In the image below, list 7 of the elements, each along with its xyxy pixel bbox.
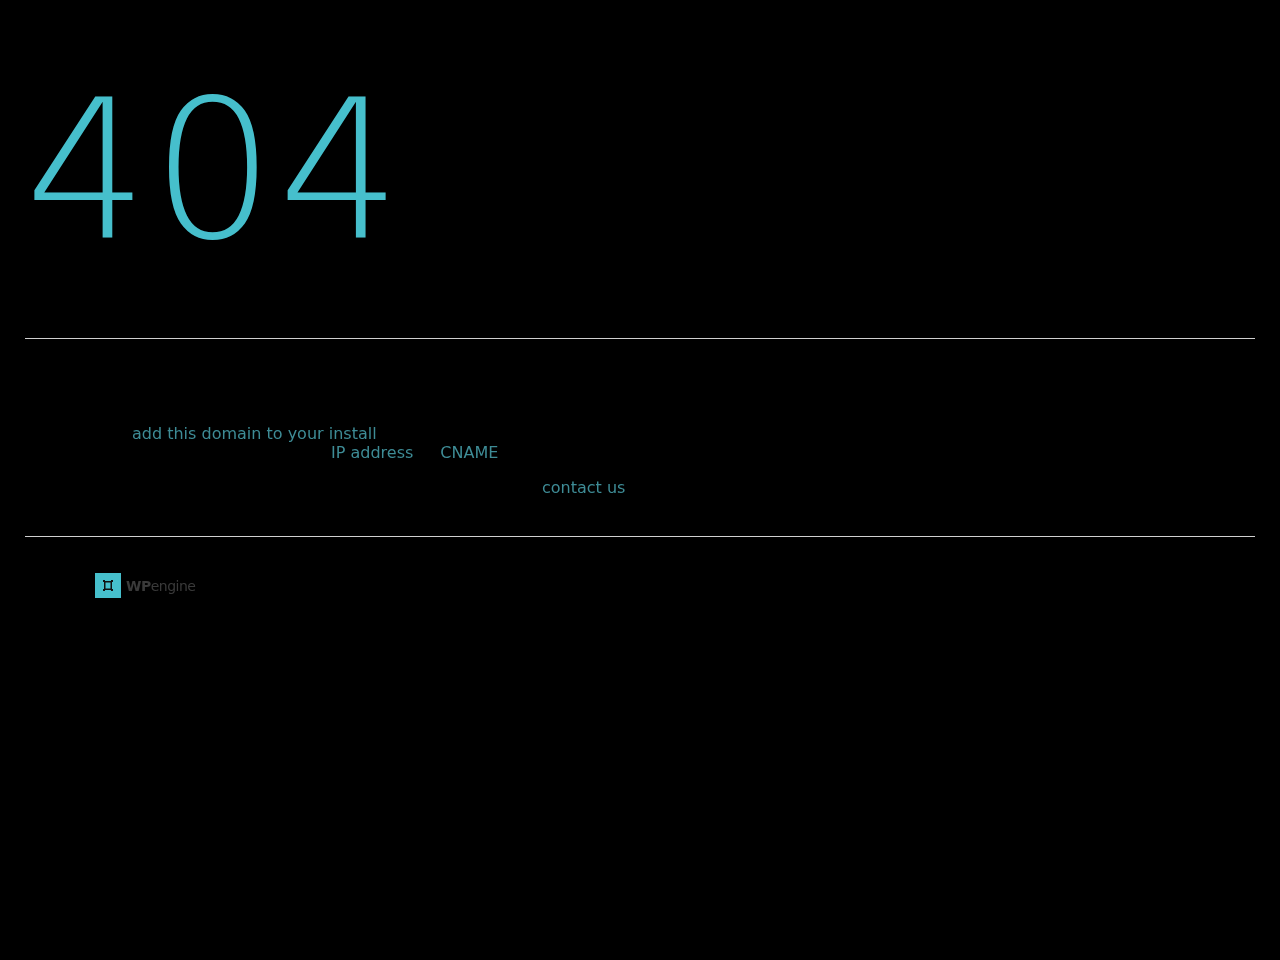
logo-wordmark: WPengine — [126, 577, 196, 594]
logo-mark-icon — [95, 573, 121, 598]
error-code-heading: 404 — [25, 74, 405, 267]
text-link[interactable]: CNAME — [440, 443, 499, 462]
text-link[interactable]: add this domain to your install — [132, 424, 377, 443]
text-link[interactable]: IP address — [331, 443, 414, 462]
text-link[interactable]: contact us — [542, 478, 626, 497]
